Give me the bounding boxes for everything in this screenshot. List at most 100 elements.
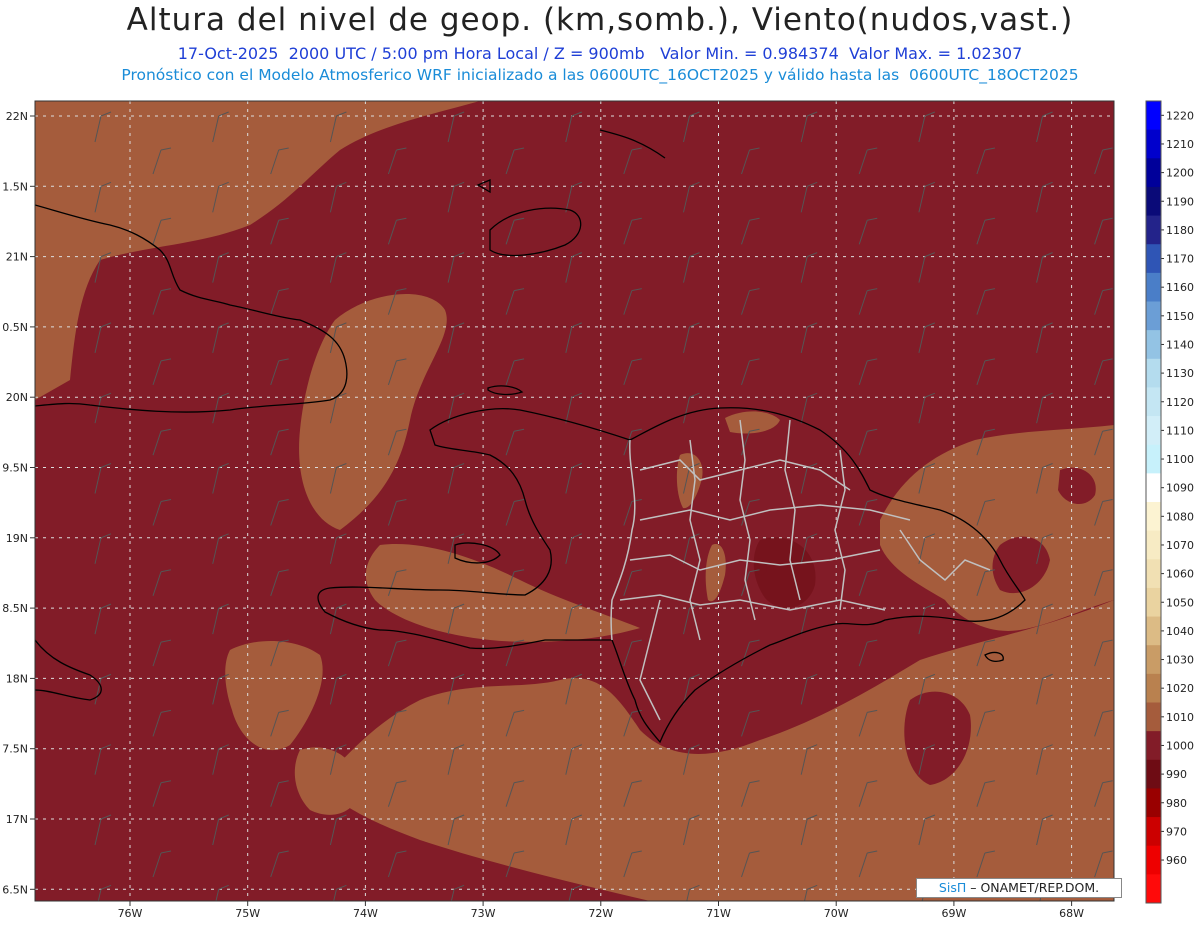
colorbar-swatch: [1146, 673, 1161, 703]
lon-label: 68W: [1059, 907, 1084, 920]
wind-barb-feather: [279, 921, 289, 923]
colorbar-swatch: [1146, 759, 1161, 789]
colorbar-swatch: [1146, 502, 1161, 532]
colorbar-label: 1010: [1166, 711, 1194, 724]
colorbar: 1220 1210 1200 1190 1180 1170 1160 1150 1140 1130…: [1145, 100, 1194, 904]
map-canvas: 22N 1.5N 21N 0.5N 20N 9.5N 19N 8.5N 18N 7.5N 17N 6.…: [2, 100, 1194, 927]
colorbar-swatch: [1146, 244, 1161, 274]
colorbar-label: 1190: [1166, 195, 1194, 208]
colorbar-label: 1070: [1166, 539, 1194, 552]
lon-label: 76W: [118, 907, 143, 920]
wind-barb-feather: [161, 921, 171, 923]
colorbar-label: 1210: [1166, 138, 1194, 151]
colorbar-label: 1030: [1166, 654, 1194, 667]
colorbar-label: 1180: [1166, 224, 1194, 237]
colorbar-label: 1060: [1166, 568, 1194, 581]
colorbar-swatch: [1146, 272, 1161, 302]
lon-label: 71W: [706, 907, 731, 920]
colorbar-swatch: [1146, 358, 1161, 388]
lon-label: 73W: [471, 907, 496, 920]
lat-label: 20N: [6, 391, 28, 404]
colorbar-label: 1170: [1166, 253, 1194, 266]
colorbar-label: 980: [1166, 797, 1187, 810]
wind-barb: [271, 923, 279, 927]
colorbar-label: 1160: [1166, 281, 1194, 294]
lat-label: 22N: [6, 110, 28, 123]
colorbar-swatch: [1146, 788, 1161, 818]
wind-barb-feather: [396, 921, 406, 923]
wind-barb: [624, 923, 632, 927]
wind-barb: [388, 923, 396, 927]
latitude-labels: 22N 1.5N 21N 0.5N 20N 9.5N 19N 8.5N 18N 7.5N 17N 6.…: [2, 110, 35, 896]
wind-barb: [1095, 923, 1103, 927]
wind-barb: [506, 923, 514, 927]
credit-box: SisΠ – ONAMET/REP.DOM.: [916, 878, 1122, 898]
colorbar-label: 1200: [1166, 167, 1194, 180]
wind-barb-feather: [632, 921, 642, 923]
colorbar-label: 960: [1166, 854, 1187, 867]
lat-label: 8.5N: [2, 602, 28, 615]
colorbar-label: 1040: [1166, 625, 1194, 638]
lat-label: 6.5N: [2, 883, 28, 896]
colorbar-label: 1140: [1166, 338, 1194, 351]
wind-barb-feather: [985, 921, 995, 923]
colorbar-swatch: [1146, 158, 1161, 188]
wind-barb-feather: [1103, 921, 1113, 923]
colorbar-swatch: [1146, 416, 1161, 446]
colorbar-swatch: [1146, 616, 1161, 646]
colorbar-swatch: [1146, 874, 1161, 904]
colorbar-swatch: [1146, 101, 1161, 131]
colorbar-swatch: [1146, 530, 1161, 560]
colorbar-label: 990: [1166, 768, 1187, 781]
colorbar-swatch: [1146, 129, 1161, 159]
colorbar-swatch: [1146, 444, 1161, 474]
colorbar-swatch: [1146, 587, 1161, 618]
lat-label: 7.5N: [2, 743, 28, 756]
colorbar-label: 1020: [1166, 682, 1194, 695]
lat-label: 19N: [6, 532, 28, 545]
colorbar-swatch: [1146, 330, 1161, 360]
colorbar-label: 1050: [1166, 596, 1194, 609]
wind-barb: [977, 923, 985, 927]
colorbar-swatch: [1146, 186, 1161, 217]
lat-label: 0.5N: [2, 321, 28, 334]
colorbar-swatch: [1146, 702, 1161, 732]
colorbar-label: 1120: [1166, 396, 1194, 409]
lon-label: 70W: [824, 907, 849, 920]
wind-barb: [859, 923, 867, 927]
colorbar-label: 1000: [1166, 739, 1194, 752]
lon-label: 74W: [353, 907, 378, 920]
lat-label: 9.5N: [2, 462, 28, 475]
lon-label: 75W: [235, 907, 260, 920]
lat-label: 17N: [6, 813, 28, 826]
colorbar-swatch: [1146, 215, 1161, 245]
colorbar-label: 1090: [1166, 482, 1194, 495]
geopotential-field: [35, 101, 1114, 901]
lon-label: 69W: [941, 907, 966, 920]
lat-label: 1.5N: [2, 180, 28, 193]
colorbar-label: 1150: [1166, 310, 1194, 323]
colorbar-swatch: [1146, 817, 1161, 847]
wind-barb-feather: [750, 921, 760, 923]
colorbar-swatch: [1146, 559, 1161, 589]
colorbar-label: 1130: [1166, 367, 1194, 380]
credit-text: – ONAMET/REP.DOM.: [970, 880, 1100, 895]
wind-barb-feather: [867, 921, 877, 923]
colorbar-swatch: [1146, 845, 1161, 875]
colorbar-label: 1110: [1166, 424, 1194, 437]
lat-label: 18N: [6, 672, 28, 685]
colorbar-swatch: [1146, 645, 1161, 675]
wind-barb-feather: [514, 921, 524, 923]
colorbar-label: 1220: [1166, 109, 1194, 122]
lat-label: 21N: [6, 251, 28, 264]
colorbar-label: 1080: [1166, 510, 1194, 523]
wind-barb: [742, 923, 750, 927]
colorbar-swatch: [1146, 301, 1161, 331]
wind-barb: [153, 923, 161, 927]
colorbar-swatch: [1146, 473, 1161, 503]
credit-brand: SisΠ: [938, 880, 967, 895]
colorbar-label: 1100: [1166, 453, 1194, 466]
lon-label: 72W: [588, 907, 613, 920]
colorbar-label: 970: [1166, 825, 1187, 838]
colorbar-swatch: [1146, 387, 1161, 417]
